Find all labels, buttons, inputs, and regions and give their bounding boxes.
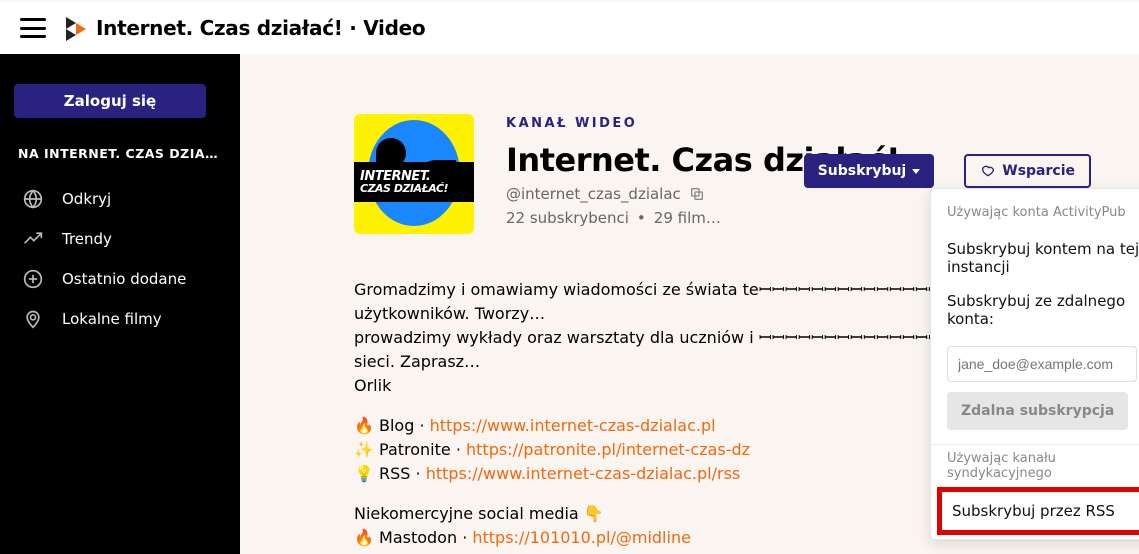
blog-link[interactable]: https://www.internet-czas-dzialac.pl [430, 416, 716, 435]
site-title[interactable]: Internet. Czas działać! · Video [96, 16, 425, 40]
rss-link[interactable]: https://www.internet-czas-dzialac.pl/rss [426, 464, 741, 483]
remote-account-input[interactable] [947, 346, 1137, 382]
channel-avatar: INTERNET.CZAS DZIAŁAĆ! [354, 114, 474, 234]
subscribe-button[interactable]: Subskrybuj [804, 154, 935, 188]
peertube-logo-icon[interactable] [66, 17, 86, 39]
mastodon-link[interactable]: https://101010.pl/@midline [472, 528, 691, 547]
globe-icon [22, 188, 44, 210]
heart-hand-icon [980, 161, 996, 181]
sidebar-item-local[interactable]: Lokalne filmy [14, 299, 226, 339]
sidebar-item-discover[interactable]: Odkryj [14, 179, 226, 219]
subscribe-label: Subskrybuj [818, 163, 907, 179]
subscribe-dropdown: Używając konta ActivityPub Subskrybuj ko… [930, 188, 1139, 540]
support-button[interactable]: Wsparcie [964, 154, 1091, 188]
sidebar-nav: Odkryj Trendy Ostatnio dodane Lokalne fi… [14, 179, 226, 339]
sidebar: Zaloguj się NA INTERNET. CZAS DZIAŁAĆ! …… [0, 54, 240, 554]
channel-eyebrow: KANAŁ WIDEO [506, 116, 1091, 131]
plus-circle-icon [22, 268, 44, 290]
subscribe-remote-label: Subskrybuj ze zdalnego konta: [947, 284, 1139, 336]
dropdown-activitypub-heading: Używając konta ActivityPub [947, 205, 1139, 220]
hamburger-menu-icon[interactable] [20, 18, 46, 38]
subscribe-instance-row[interactable]: Subskrybuj kontem na tej instancji [947, 232, 1139, 284]
sidebar-item-label: Ostatnio dodane [62, 270, 186, 288]
subscribe-rss-row[interactable]: Subskrybuj przez RSS [942, 492, 1139, 530]
chevron-down-icon [912, 169, 920, 174]
header: Internet. Czas działać! · Video [0, 2, 1139, 54]
remote-subscribe-button[interactable]: Zdalna subskrypcja [947, 392, 1128, 430]
patronite-link[interactable]: https://patronite.pl/internet-czas-dz [466, 440, 750, 459]
sidebar-section-label: NA INTERNET. CZAS DZIAŁAĆ! … [14, 146, 226, 161]
trend-icon [22, 228, 44, 250]
sidebar-item-label: Lokalne filmy [62, 310, 162, 328]
login-button[interactable]: Zaloguj się [14, 84, 206, 118]
channel-handle: @internet_czas_dzialac [506, 185, 681, 203]
map-pin-icon [22, 308, 44, 330]
rss-highlight-box: Subskrybuj przez RSS [937, 487, 1139, 535]
divider [931, 444, 1139, 445]
sidebar-item-label: Odkryj [62, 190, 111, 208]
copy-icon[interactable] [689, 186, 705, 202]
sidebar-item-recent[interactable]: Ostatnio dodane [14, 259, 226, 299]
dropdown-syndication-heading: Używając kanału syndykacyjnego [947, 451, 1139, 481]
main: Subskrybuj Wsparcie INTERNET.CZAS DZIAŁA… [240, 54, 1139, 554]
sidebar-item-trending[interactable]: Trendy [14, 219, 226, 259]
support-label: Wsparcie [1002, 163, 1075, 179]
sidebar-item-label: Trendy [62, 230, 112, 248]
